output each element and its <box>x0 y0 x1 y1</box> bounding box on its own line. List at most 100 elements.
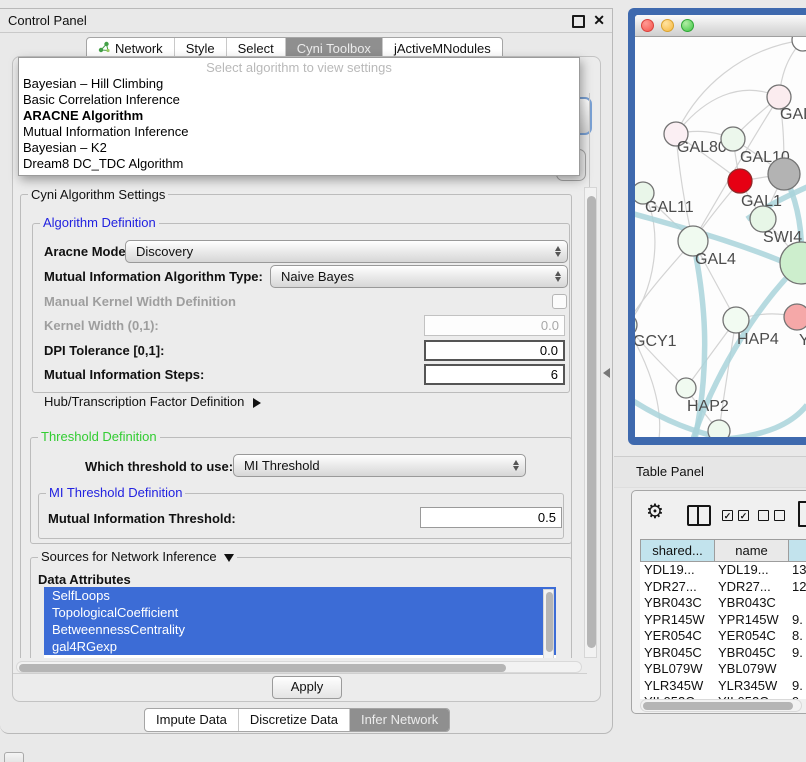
control-panel-titlebar[interactable]: Control Panel ✕ <box>0 9 612 33</box>
column-header[interactable]: A <box>789 540 806 561</box>
network-node-gal1[interactable] <box>728 169 752 193</box>
algorithm-option[interactable]: Bayesian – K2 <box>19 140 579 156</box>
network-node-hap2[interactable] <box>676 378 696 398</box>
table-cell[interactable]: 12 <box>788 579 806 596</box>
split-columns-icon[interactable] <box>687 505 711 526</box>
table-cell[interactable] <box>788 661 806 678</box>
network-node-hap4[interactable] <box>723 307 749 333</box>
table-row[interactable]: YPR145WYPR145W9. <box>640 612 806 629</box>
table-cell[interactable]: YDL19... <box>714 562 788 579</box>
table-row[interactable]: YBL079WYBL079W <box>640 661 806 678</box>
table-cell[interactable]: YBR045C <box>640 645 714 662</box>
sources-group-toggle[interactable]: Sources for Network Inference <box>38 550 237 563</box>
table-row[interactable]: YBR045CYBR045C9. <box>640 645 806 662</box>
apply-button[interactable]: Apply <box>272 676 342 699</box>
mi-type-combobox[interactable]: Naive Bayes <box>270 265 568 288</box>
table-row[interactable]: YDL19...YDL19...13 <box>640 562 806 579</box>
tab-label: Impute Data <box>156 709 227 731</box>
network-node-label: GCY1 <box>635 333 677 350</box>
settings-hscrollbar[interactable] <box>16 661 582 673</box>
gear-icon[interactable]: ⚙ <box>646 499 664 524</box>
table-row[interactable]: YLR345WYLR345W9. <box>640 678 806 695</box>
collapsed-arrow-icon[interactable] <box>253 398 261 408</box>
algorithm-option[interactable]: Dream8 DC_TDC Algorithm <box>19 156 579 172</box>
which-threshold-value: MI Threshold <box>244 458 320 473</box>
data-attribute-item[interactable]: TopologicalCoefficient <box>44 604 556 621</box>
data-attributes-label: Data Attributes <box>38 572 131 587</box>
network-node-gal10[interactable] <box>721 127 745 151</box>
table-cell[interactable]: YLR345W <box>640 678 714 695</box>
settings-vscrollbar-thumb[interactable] <box>587 196 596 648</box>
document-icon[interactable] <box>798 501 806 527</box>
table-cell[interactable]: YDR27... <box>640 579 714 596</box>
table-cell[interactable]: YER054C <box>714 628 788 645</box>
select-all-checkboxes-icon[interactable]: ✓ ✓ <box>722 510 749 521</box>
data-attribute-item[interactable]: SelfLoops <box>44 587 556 604</box>
table-row[interactable]: YDR27...YDR27...12 <box>640 579 806 596</box>
minimize-traffic-light-icon[interactable] <box>661 19 674 32</box>
zoom-traffic-light-icon[interactable] <box>681 19 694 32</box>
table-hscrollbar[interactable] <box>640 699 802 712</box>
table-cell[interactable]: YBR045C <box>714 645 788 662</box>
data-attribute-item[interactable]: gal4RGexp <box>44 638 556 655</box>
column-header[interactable]: shared... <box>641 540 715 561</box>
tab-label: Discretize Data <box>250 709 338 731</box>
attributes-scrollbar-thumb[interactable] <box>546 592 553 652</box>
table-cell[interactable]: YDL19... <box>640 562 714 579</box>
algorithm-option[interactable]: Basic Correlation Inference <box>19 92 579 108</box>
dpi-tolerance-field[interactable] <box>424 340 565 361</box>
table-cell[interactable]: 9. <box>788 678 806 695</box>
aracne-mode-combobox[interactable]: Discovery <box>125 240 568 263</box>
deselect-all-checkboxes-icon[interactable] <box>758 510 785 521</box>
corner-widget-icon[interactable] <box>4 752 24 762</box>
table-cell[interactable]: 8. <box>788 628 806 645</box>
maximize-icon[interactable] <box>572 15 585 28</box>
table-cell[interactable] <box>788 595 806 612</box>
algorithm-option[interactable]: Bayesian – Hill Climbing <box>19 76 579 92</box>
settings-vscrollbar[interactable] <box>584 187 597 658</box>
attributes-scrollbar[interactable] <box>543 589 554 658</box>
table-row[interactable]: YER054CYER054C8. <box>640 628 806 645</box>
table-cell[interactable]: YPR145W <box>714 612 788 629</box>
hub-definition-toggle[interactable]: Hub/Transcription Factor Definition <box>44 394 261 409</box>
tab-infer-network[interactable]: Infer Network <box>349 709 449 731</box>
table-cell[interactable]: YLR345W <box>714 678 788 695</box>
manual-kernel-checkbox[interactable] <box>552 294 567 309</box>
network-canvas[interactable]: GALGAL80GAL10GAL1SWI4GAL11GAL4HAP4YGCY1H… <box>635 37 806 437</box>
mi-steps-field[interactable] <box>424 364 565 385</box>
table-cell[interactable]: 9. <box>788 645 806 662</box>
settings-hscrollbar-thumb[interactable] <box>19 664 506 672</box>
mi-threshold-field[interactable] <box>420 507 562 528</box>
network-node[interactable] <box>792 37 806 51</box>
table-cell[interactable]: YBR043C <box>640 595 714 612</box>
panel-splitter-arrow-icon[interactable] <box>603 368 610 378</box>
which-threshold-combobox[interactable]: MI Threshold <box>233 454 526 477</box>
data-attribute-item[interactable]: BetweennessCentrality <box>44 621 556 638</box>
kernel-width-field[interactable] <box>424 315 565 336</box>
algorithm-option[interactable]: ARACNE Algorithm <box>19 108 579 124</box>
table-cell[interactable]: YPR145W <box>640 612 714 629</box>
table-hscrollbar-thumb[interactable] <box>643 702 793 710</box>
table-cell[interactable]: YER054C <box>640 628 714 645</box>
table-cell[interactable]: 9. <box>788 612 806 629</box>
aracne-mode-value: Discovery <box>136 244 193 259</box>
column-header[interactable]: name <box>715 540 789 561</box>
network-node[interactable] <box>708 420 730 437</box>
close-icon[interactable]: ✕ <box>593 12 605 29</box>
table-cell[interactable]: YDR27... <box>714 579 788 596</box>
expanded-arrow-icon[interactable] <box>224 554 234 562</box>
algorithm-option[interactable]: Mutual Information Inference <box>19 124 579 140</box>
tab-impute-data[interactable]: Impute Data <box>145 709 238 731</box>
table-cell[interactable]: YBR043C <box>714 595 788 612</box>
network-node[interactable] <box>768 158 800 190</box>
table-row[interactable]: YBR043CYBR043C <box>640 595 806 612</box>
network-window-titlebar[interactable] <box>635 15 806 37</box>
table-cell[interactable]: 13 <box>788 562 806 579</box>
network-node-label: HAP2 <box>687 398 729 415</box>
tab-discretize-data[interactable]: Discretize Data <box>238 709 349 731</box>
close-traffic-light-icon[interactable] <box>641 19 654 32</box>
table-cell[interactable]: YBL079W <box>714 661 788 678</box>
network-node-y[interactable] <box>784 304 806 330</box>
threshold-definition-title: Threshold Definition <box>38 430 160 443</box>
table-cell[interactable]: YBL079W <box>640 661 714 678</box>
